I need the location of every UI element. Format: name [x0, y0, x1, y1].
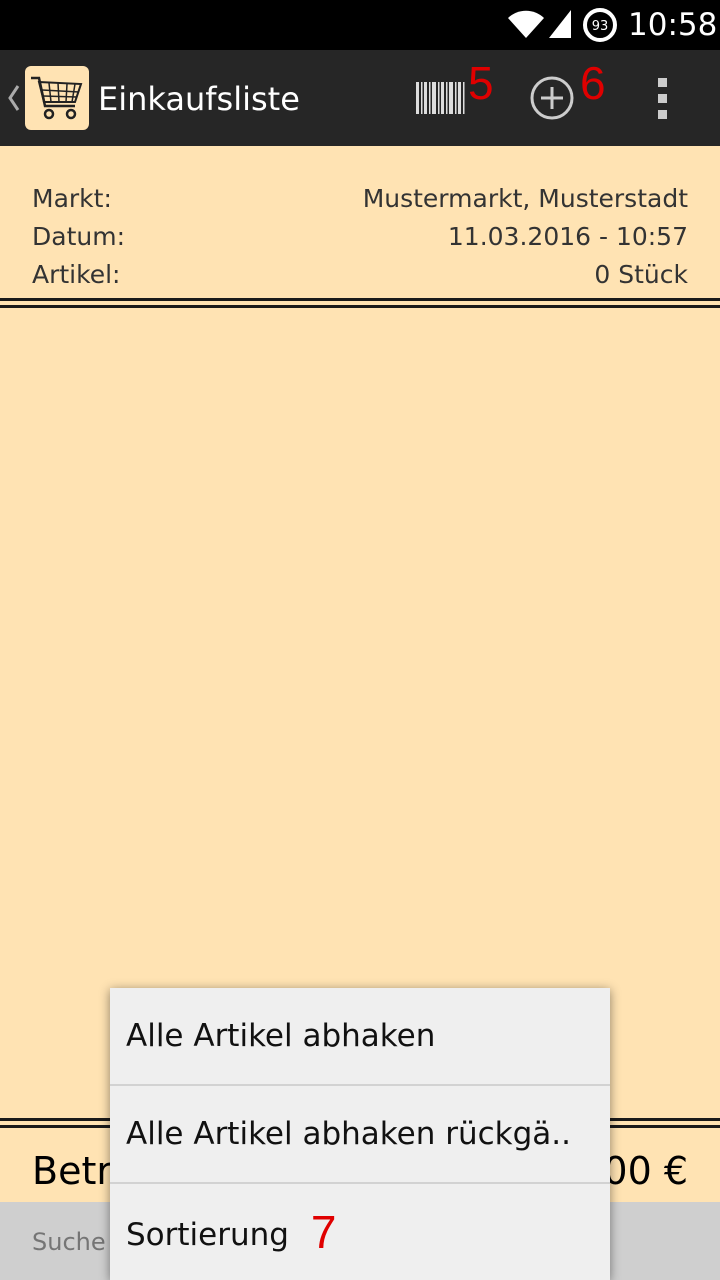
barcode-icon[interactable]: [408, 70, 472, 126]
top-divider: [0, 298, 720, 312]
menu-item-sorting[interactable]: Sortierung 7: [110, 1184, 610, 1280]
battery-icon: 93: [583, 8, 617, 42]
menu-item-label: Alle Artikel abhaken: [126, 1018, 436, 1054]
menu-item-check-all[interactable]: Alle Artikel abhaken: [110, 988, 610, 1085]
annotation-5: 5: [468, 57, 494, 109]
overflow-menu-icon[interactable]: [640, 70, 688, 126]
menu-item-uncheck-all[interactable]: Alle Artikel abhaken rückgä..: [110, 1086, 610, 1183]
items-value: 0 Stück: [594, 260, 688, 289]
total-label: Betr: [32, 1149, 112, 1193]
date-row: Datum: 11.03.2016 - 10:57: [32, 218, 688, 256]
app-logo[interactable]: [25, 66, 89, 130]
screen: 93 10:58 Einkaufsliste 5 6 Markt: Muster…: [0, 0, 720, 1280]
market-label: Markt:: [32, 184, 112, 213]
action-bar: Einkaufsliste 5 6: [0, 50, 720, 146]
items-label: Artikel:: [32, 260, 121, 289]
clock: 10:58: [628, 7, 718, 43]
items-row: Artikel: 0 Stück: [32, 256, 688, 294]
total-value: 00 €: [603, 1149, 688, 1193]
status-bar: 93 10:58: [0, 0, 720, 50]
date-value: 11.03.2016 - 10:57: [447, 222, 688, 251]
date-label: Datum:: [32, 222, 125, 251]
annotation-7: 7: [310, 1206, 337, 1258]
add-circle-icon[interactable]: [522, 70, 582, 126]
overflow-popup-menu: Alle Artikel abhaken Alle Artikel abhake…: [110, 988, 610, 1280]
market-row: Markt: Mustermarkt, Musterstadt: [32, 180, 688, 218]
cell-signal-icon: [549, 10, 571, 38]
market-value: Mustermarkt, Musterstadt: [362, 184, 688, 213]
menu-item-label: Sortierung: [126, 1217, 289, 1253]
battery-level: 93: [592, 19, 609, 34]
back-chevron-icon[interactable]: [6, 80, 20, 116]
shopping-cart-icon: [31, 76, 83, 120]
wifi-icon: [508, 10, 544, 38]
app-title: Einkaufsliste: [98, 80, 300, 118]
annotation-6: 6: [580, 57, 606, 109]
menu-item-label: Alle Artikel abhaken rückgä..: [126, 1116, 571, 1152]
